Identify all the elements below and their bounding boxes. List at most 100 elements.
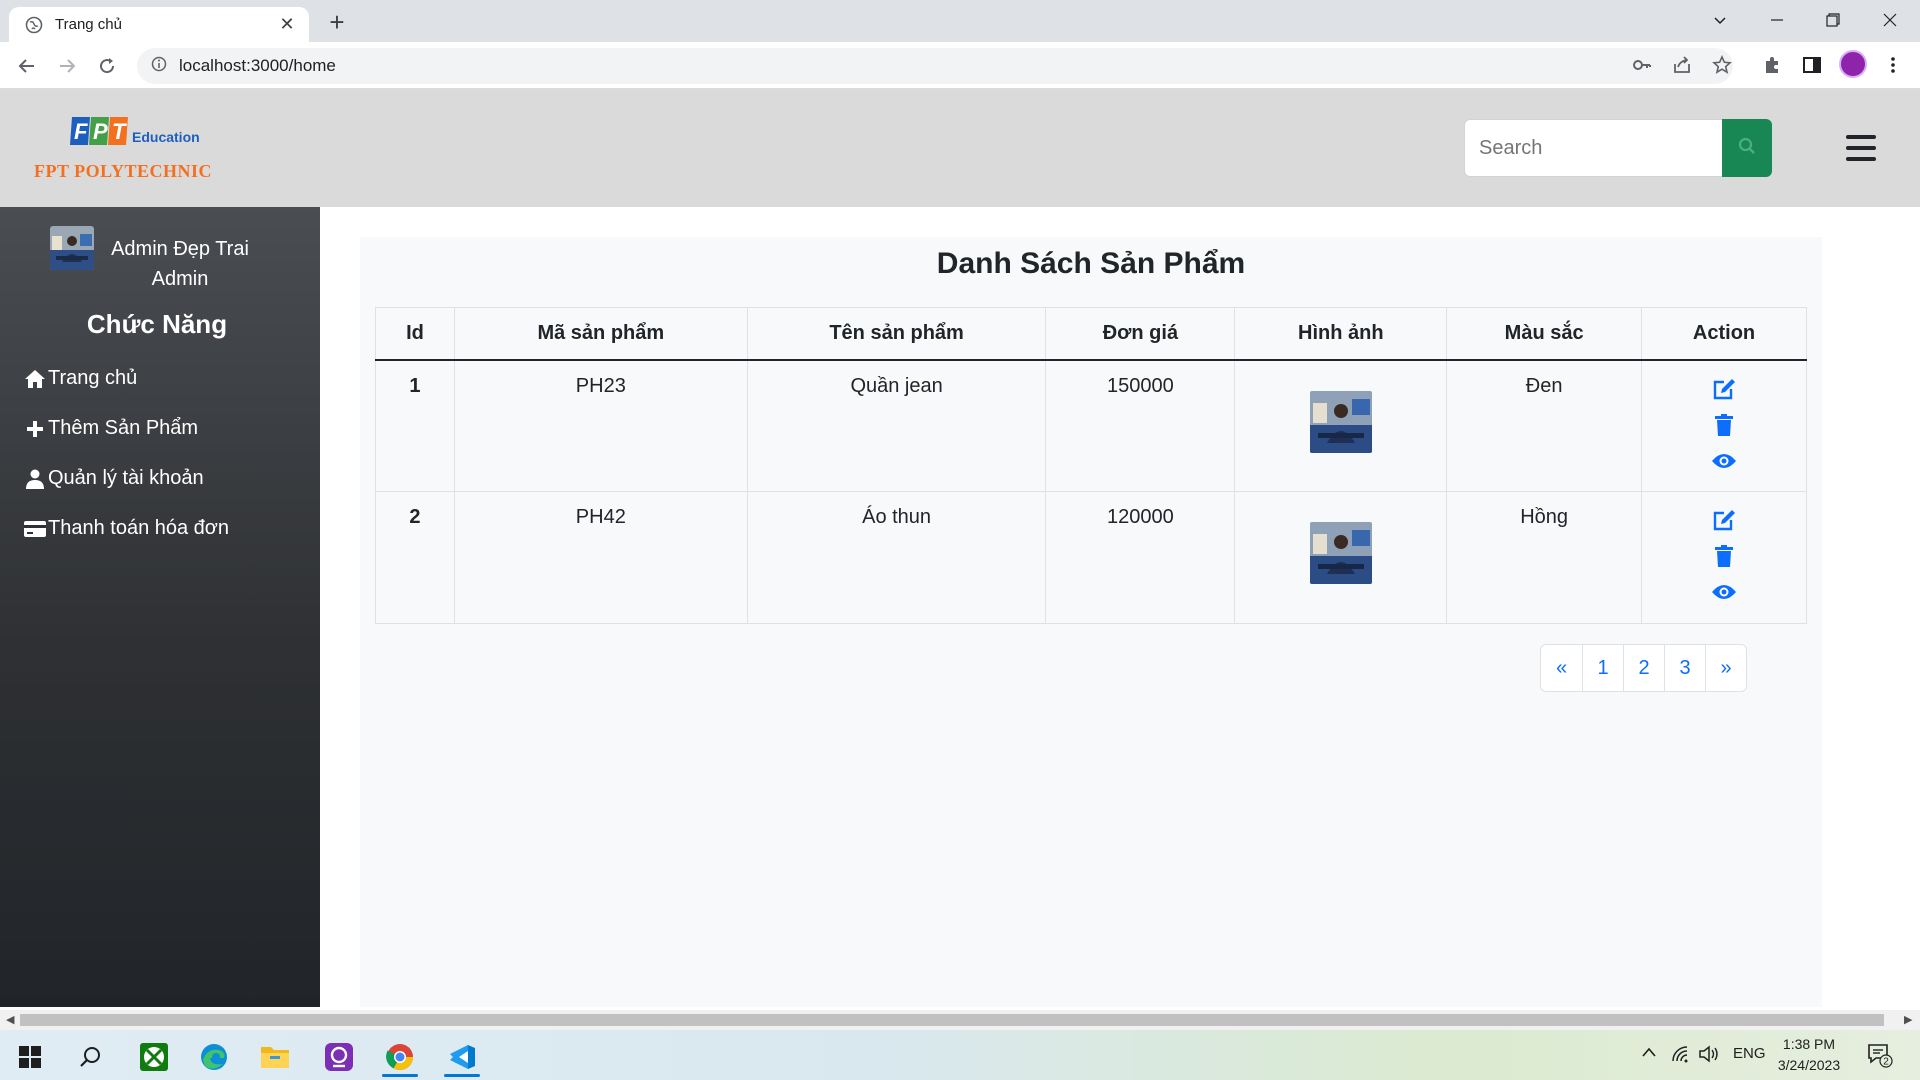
file-explorer-icon[interactable] bbox=[251, 1037, 299, 1077]
profile-avatar[interactable] bbox=[1839, 50, 1867, 78]
windows-start-icon[interactable] bbox=[6, 1037, 54, 1077]
tab-search-icon[interactable] bbox=[1692, 0, 1748, 40]
cell-id: 1 bbox=[375, 359, 455, 492]
clock-time: 1:38 PM bbox=[1782, 1036, 1836, 1052]
notification-icon[interactable]: 2 bbox=[1867, 1042, 1893, 1072]
page-next[interactable]: » bbox=[1705, 645, 1746, 691]
hamburger-menu-icon[interactable] bbox=[1846, 135, 1876, 161]
share-icon[interactable] bbox=[1669, 52, 1695, 78]
cell-name: Áo thun bbox=[746, 491, 1047, 624]
sidebar-item-accounts[interactable]: Quản lý tài khoản bbox=[24, 467, 204, 490]
sidebar-item-payment[interactable]: Thanh toán hóa đơn bbox=[24, 517, 229, 540]
cell-actions bbox=[1641, 359, 1807, 492]
user-name-block: Admin Đẹp Trai Admin bbox=[100, 234, 260, 294]
search-form bbox=[1464, 119, 1772, 177]
sidebar-item-home[interactable]: Trang chủ bbox=[24, 367, 137, 390]
eye-icon[interactable] bbox=[1711, 450, 1737, 472]
trash-icon[interactable] bbox=[1711, 413, 1737, 436]
side-panel-icon[interactable] bbox=[1799, 52, 1825, 78]
table-header-row: Id Mã sản phẩm Tên sản phẩm Đơn giá Hình… bbox=[375, 307, 1807, 361]
scroll-right-icon[interactable]: ▶ bbox=[1904, 1013, 1912, 1026]
cell-price: 150000 bbox=[1045, 359, 1236, 492]
extensions-icon[interactable] bbox=[1759, 52, 1785, 78]
page-3[interactable]: 3 bbox=[1664, 645, 1705, 691]
bookmark-star-icon[interactable] bbox=[1709, 52, 1735, 78]
page-title: Danh Sách Sản Phẩm bbox=[936, 247, 1246, 280]
sidebar-item-label: Thêm Sản Phẩm bbox=[48, 417, 199, 439]
fpt-logo[interactable]: F P T Education FPT POLYTECHNIC bbox=[34, 115, 234, 185]
close-window-button[interactable] bbox=[1862, 0, 1918, 40]
user-icon bbox=[24, 468, 46, 490]
back-icon[interactable] bbox=[11, 50, 43, 82]
page-2[interactable]: 2 bbox=[1623, 645, 1664, 691]
taskbar-search-icon[interactable] bbox=[66, 1037, 114, 1077]
address-bar[interactable]: localhost:3000/home bbox=[137, 48, 1733, 84]
cell-id: 2 bbox=[375, 491, 455, 624]
scrollbar-thumb[interactable] bbox=[20, 1014, 1884, 1026]
browser-toolbar: localhost:3000/home bbox=[0, 42, 1920, 89]
cell-color: Hồng bbox=[1446, 491, 1643, 624]
svg-text:F: F bbox=[74, 119, 88, 144]
sidebar: Admin Đẹp Trai Admin Chức Năng Trang chủ… bbox=[0, 207, 320, 1007]
minimize-button[interactable] bbox=[1749, 0, 1805, 40]
table-row: 1 PH23 Quần jean 150000 Đen bbox=[375, 359, 1807, 492]
plus-icon bbox=[24, 418, 46, 440]
trash-icon[interactable] bbox=[1711, 545, 1737, 567]
tab-title: Trang chủ bbox=[55, 16, 122, 33]
column-header: Action bbox=[1641, 307, 1807, 361]
clock-date: 3/24/2023 bbox=[1777, 1057, 1841, 1073]
chevron-up-icon[interactable] bbox=[1641, 1045, 1657, 1062]
system-clock[interactable]: 1:38 PM 3/24/2023 bbox=[1774, 1034, 1844, 1076]
new-tab-button[interactable]: + bbox=[322, 8, 352, 38]
sidebar-item-label: Thanh toán hóa đơn bbox=[48, 517, 230, 539]
notification-count: 2 bbox=[1883, 1057, 1889, 1068]
eye-icon[interactable] bbox=[1711, 581, 1737, 603]
taskbar: ENG 1:38 PM 3/24/2023 2 bbox=[0, 1030, 1920, 1080]
page-previous[interactable]: « bbox=[1541, 645, 1582, 691]
info-icon[interactable] bbox=[151, 56, 167, 77]
table-row: 2 PH42 Áo thun 120000 Hồng bbox=[375, 491, 1807, 624]
active-app-indicator bbox=[382, 1074, 418, 1077]
column-header: Đơn giá bbox=[1045, 307, 1236, 361]
cell-code: PH23 bbox=[453, 359, 748, 492]
app-header: F P T Education FPT POLYTECHNIC bbox=[0, 89, 1920, 207]
page-1[interactable]: 1 bbox=[1582, 645, 1623, 691]
vscode-icon[interactable] bbox=[438, 1037, 486, 1077]
xbox-icon[interactable] bbox=[130, 1037, 178, 1077]
chrome-icon[interactable] bbox=[376, 1037, 424, 1077]
browser-tab-bar: Trang chủ ✕ + bbox=[0, 0, 1920, 42]
cell-name: Quần jean bbox=[746, 359, 1047, 492]
edit-icon[interactable] bbox=[1711, 509, 1737, 531]
language-indicator[interactable]: ENG bbox=[1733, 1045, 1766, 1062]
product-image bbox=[1309, 522, 1372, 584]
close-tab-icon[interactable]: ✕ bbox=[277, 14, 297, 35]
active-app-indicator bbox=[444, 1074, 480, 1077]
logo-polytechnic-text: FPT POLYTECHNIC bbox=[34, 161, 213, 181]
logo-education-text: Education bbox=[132, 129, 200, 145]
scroll-left-icon[interactable]: ◀ bbox=[6, 1013, 14, 1026]
column-header: Màu sắc bbox=[1446, 307, 1643, 361]
credit-card-icon bbox=[24, 518, 46, 540]
search-input[interactable] bbox=[1464, 119, 1722, 177]
teams-app-icon[interactable] bbox=[315, 1037, 363, 1077]
volume-icon[interactable] bbox=[1698, 1045, 1720, 1067]
forward-icon[interactable] bbox=[51, 50, 83, 82]
key-icon[interactable] bbox=[1629, 52, 1655, 78]
sidebar-section-title: Chức Năng bbox=[86, 309, 228, 339]
column-header: Id bbox=[375, 307, 455, 361]
menu-dots-icon[interactable] bbox=[1880, 52, 1906, 78]
sidebar-item-label: Trang chủ bbox=[48, 367, 138, 389]
reload-icon[interactable] bbox=[91, 50, 123, 82]
edge-icon[interactable] bbox=[190, 1037, 238, 1077]
home-icon bbox=[24, 368, 46, 390]
user-name: Admin Đẹp Trai bbox=[111, 238, 249, 260]
svg-text:T: T bbox=[112, 119, 127, 144]
search-button[interactable] bbox=[1722, 119, 1772, 177]
horizontal-scrollbar[interactable]: ◀ ▶ bbox=[0, 1010, 1920, 1030]
sidebar-item-add-product[interactable]: Thêm Sản Phẩm bbox=[24, 417, 198, 440]
cell-color: Đen bbox=[1446, 359, 1643, 492]
wifi-icon[interactable] bbox=[1670, 1045, 1690, 1067]
browser-tab[interactable]: Trang chủ ✕ bbox=[9, 7, 309, 42]
restore-button[interactable] bbox=[1805, 0, 1861, 40]
edit-icon[interactable] bbox=[1711, 378, 1737, 400]
